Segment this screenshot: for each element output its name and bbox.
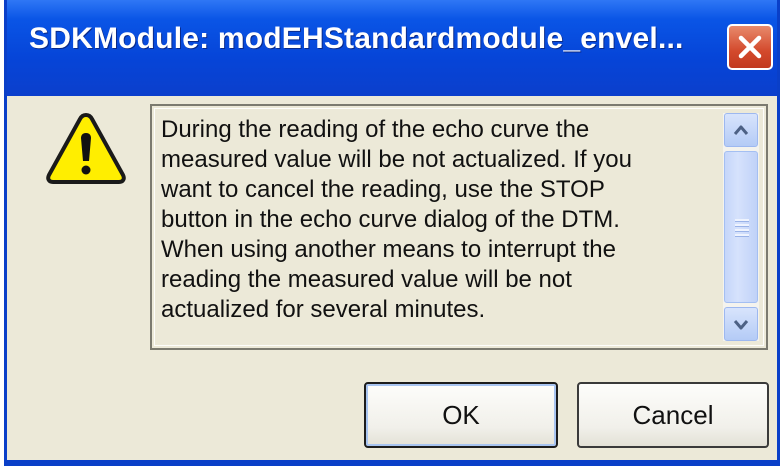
- chevron-up-icon: [733, 125, 749, 135]
- close-icon: [738, 35, 762, 59]
- scroll-thumb[interactable]: [724, 151, 758, 303]
- message-textbox[interactable]: During the reading of the echo curve the…: [150, 104, 768, 350]
- message-text: During the reading of the echo curve the…: [161, 116, 632, 323]
- close-button[interactable]: [727, 24, 773, 70]
- vertical-scrollbar[interactable]: [723, 113, 759, 341]
- scroll-down-button[interactable]: [724, 307, 758, 341]
- ok-button[interactable]: OK: [364, 382, 558, 448]
- warning-icon: [46, 113, 126, 184]
- cancel-button[interactable]: Cancel: [577, 382, 769, 448]
- chevron-down-icon: [733, 320, 749, 330]
- window-title: SDKModule: modEHStandardmodule_envel...: [29, 22, 684, 55]
- scroll-up-button[interactable]: [724, 113, 758, 147]
- dialog-body: During the reading of the echo curve the…: [7, 96, 777, 463]
- title-bar[interactable]: SDKModule: modEHStandardmodule_envel...: [7, 0, 777, 96]
- window-border: [7, 460, 777, 463]
- grip-icon: [735, 219, 749, 239]
- dialog-window: SDKModule: modEHStandardmodule_envel... …: [4, 0, 780, 466]
